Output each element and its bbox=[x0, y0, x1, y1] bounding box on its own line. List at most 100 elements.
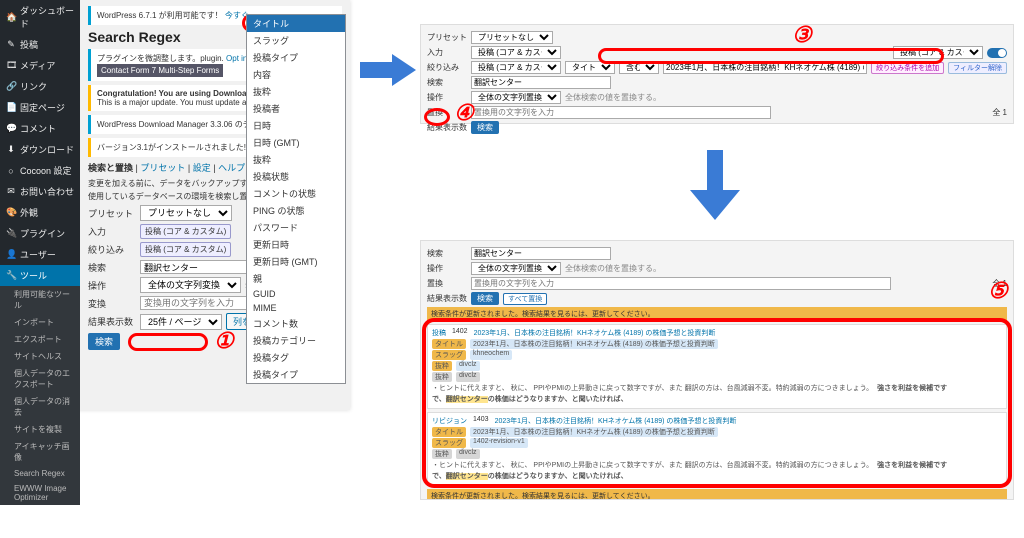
title-dropdown[interactable]: タイトルスラッグ投稿タイプ内容抜粋投稿者日時日時 (GMT)抜粋投稿状態コメント… bbox=[246, 14, 346, 384]
sidebar-item[interactable]: 🔧ツール bbox=[0, 265, 80, 286]
p3-search[interactable] bbox=[471, 76, 611, 89]
dropdown-option[interactable]: 投稿カテゴリー bbox=[247, 332, 345, 349]
sidebar-item[interactable]: 🔗リンク bbox=[0, 76, 80, 97]
menu-icon: ✎ bbox=[6, 39, 16, 50]
p3-col[interactable]: タイトル bbox=[565, 61, 615, 74]
dropdown-option[interactable]: 投稿タイプ bbox=[247, 49, 345, 66]
dropdown-option[interactable]: 更新日時 bbox=[247, 236, 345, 253]
sidebar-subitem[interactable]: Search Regex bbox=[0, 466, 80, 481]
filter-chip[interactable]: 投稿 (コア & カスタム) bbox=[140, 242, 231, 257]
dropdown-option[interactable]: 更新日時 (GMT) bbox=[247, 253, 345, 270]
menu-icon: 🔗 bbox=[6, 81, 16, 92]
sidebar-item[interactable]: 💬コメント bbox=[0, 118, 80, 139]
p3-action[interactable]: 全体の文字列置換 bbox=[471, 91, 561, 104]
cf7-badge: Contact Form 7 Multi-Step Forms bbox=[97, 64, 223, 77]
wp-content: WordPress 6.7.1 が利用可能です！ 今すぐ Search Rege… bbox=[80, 0, 350, 410]
result-title[interactable]: 2023年1月、日本株の注目銘柄！KHネオケム株 (4189) の株価予想と投資… bbox=[495, 416, 737, 426]
p5-action[interactable]: 全体の文字列置換 bbox=[471, 262, 561, 275]
dropdown-option[interactable]: PING の状態 bbox=[247, 202, 345, 219]
menu-icon: 🎞 bbox=[6, 60, 16, 71]
p3-source1[interactable]: 投稿 (コア & カスタム) bbox=[471, 46, 561, 59]
sidebar-subitem[interactable]: サイトヘルス bbox=[0, 348, 80, 365]
dropdown-option[interactable]: 投稿者 bbox=[247, 100, 345, 117]
p3-op[interactable]: 含む bbox=[619, 61, 659, 74]
replace-all-button[interactable]: すべて置換 bbox=[503, 293, 547, 305]
results-select[interactable]: 25件 / ページ bbox=[140, 314, 222, 330]
result-item: 投稿14022023年1月、日本株の注目銘柄！KHネオケム株 (4189) の株… bbox=[427, 324, 1007, 409]
result-item: リビジョン14032023年1月、日本株の注目銘柄！KHネオケム株 (4189)… bbox=[427, 412, 1007, 486]
menu-icon: 🔌 bbox=[6, 228, 16, 239]
dropdown-option[interactable]: 抜粋 bbox=[247, 151, 345, 168]
dropdown-option[interactable]: タイトル bbox=[247, 15, 345, 32]
dropdown-option[interactable]: 投稿タグ bbox=[247, 349, 345, 366]
result-type[interactable]: リビジョン bbox=[432, 416, 467, 426]
dropdown-option[interactable]: 抜粋 bbox=[247, 83, 345, 100]
wp-sidebar: 🏠ダッシュボード✎投稿🎞メディア🔗リンク📄固定ページ💬コメント⬇ダウンロード○C… bbox=[0, 0, 80, 410]
sidebar-item[interactable]: ○Cocoon 設定 bbox=[0, 160, 80, 181]
menu-icon: ✉ bbox=[6, 186, 16, 197]
sidebar-item[interactable]: 🏠ダッシュボード bbox=[0, 0, 80, 34]
sidebar-item[interactable]: ✉お問い合わせ bbox=[0, 181, 80, 202]
result-type[interactable]: 投稿 bbox=[432, 328, 446, 338]
dropdown-option[interactable]: 内容 bbox=[247, 66, 345, 83]
arrow-right-icon bbox=[360, 50, 416, 90]
search-input[interactable] bbox=[140, 260, 260, 274]
sidebar-item[interactable]: 📄固定ページ bbox=[0, 97, 80, 118]
p5-replace[interactable] bbox=[471, 277, 891, 290]
wp-update-text: WordPress 6.7.1 が利用可能です！ bbox=[97, 11, 223, 20]
sidebar-item[interactable]: 🎞メディア bbox=[0, 55, 80, 76]
p5-search-button[interactable]: 検索 bbox=[471, 292, 499, 305]
sidebar-subitem[interactable]: インポート bbox=[0, 314, 80, 331]
wp-admin-panel: 🏠ダッシュボード✎投稿🎞メディア🔗リンク📄固定ページ💬コメント⬇ダウンロード○C… bbox=[0, 0, 350, 410]
search-button[interactable]: 検索 bbox=[88, 333, 120, 350]
dropdown-option[interactable]: パスワード bbox=[247, 219, 345, 236]
sidebar-subitem[interactable]: 個人データのエクスポート bbox=[0, 365, 80, 393]
dropdown-option[interactable]: コメントの状態 bbox=[247, 185, 345, 202]
dropdown-option[interactable]: スラッグ bbox=[247, 32, 345, 49]
p3-search-button[interactable]: 検索 bbox=[471, 121, 499, 134]
p3-filter-value[interactable] bbox=[663, 61, 867, 74]
menu-icon: 📄 bbox=[6, 102, 16, 113]
dropdown-option[interactable]: 親 bbox=[247, 270, 345, 287]
sidebar-item[interactable]: 🎨外観 bbox=[0, 202, 80, 223]
menu-icon: ⬇ bbox=[6, 144, 16, 155]
p3-replace[interactable] bbox=[471, 106, 771, 119]
warn-bar-bottom: 検索条件が更新されました。検索結果を見るには、更新してください。 bbox=[427, 489, 1007, 500]
p3-source2[interactable]: 投稿 (コア & カスタム) bbox=[893, 46, 983, 59]
menu-icon: 👤 bbox=[6, 249, 16, 260]
p5-search[interactable] bbox=[471, 247, 611, 260]
menu-icon: ○ bbox=[6, 166, 16, 176]
arrow-down-icon bbox=[690, 150, 740, 220]
filter-panel: プリセット プリセットなし 入力 投稿 (コア & カスタム) 投稿 (コア &… bbox=[420, 24, 1014, 124]
menu-icon: 🎨 bbox=[6, 207, 16, 218]
sidebar-subitem[interactable]: EWWW Image Optimizer bbox=[0, 481, 80, 505]
dropdown-option[interactable]: 日時 bbox=[247, 117, 345, 134]
p3-filter1[interactable]: 投稿 (コア & カスタム) bbox=[471, 61, 561, 74]
warn-bar-top: 検索条件が更新されました。検索結果を見るには、更新してください。 bbox=[427, 307, 1007, 321]
dropdown-option[interactable]: 投稿タイプ bbox=[247, 366, 345, 383]
sidebar-item[interactable]: ✎投稿 bbox=[0, 34, 80, 55]
sidebar-subitem[interactable]: アイキャッチ画像 bbox=[0, 438, 80, 466]
dropdown-option[interactable]: GUID bbox=[247, 287, 345, 301]
dropdown-option[interactable]: MIME bbox=[247, 301, 345, 315]
dropdown-option[interactable]: 日時 (GMT) bbox=[247, 134, 345, 151]
source-chip[interactable]: 投稿 (コア & カスタム) bbox=[140, 224, 231, 239]
result-title[interactable]: 2023年1月、日本株の注目銘柄！KHネオケム株 (4189) の株価予想と投資… bbox=[474, 328, 716, 338]
sidebar-item[interactable]: ⬇ダウンロード bbox=[0, 139, 80, 160]
action-select[interactable]: 全体の文字列変換 bbox=[140, 277, 241, 293]
p3-preset[interactable]: プリセットなし bbox=[471, 31, 553, 44]
sidebar-item[interactable]: 🔌プラグイン bbox=[0, 223, 80, 244]
sidebar-subitem[interactable]: 個人データの消去 bbox=[0, 393, 80, 421]
menu-icon: 🔧 bbox=[6, 270, 16, 281]
dropdown-option[interactable]: コメント数 bbox=[247, 315, 345, 332]
toggle-icon[interactable] bbox=[987, 48, 1007, 58]
sidebar-item[interactable]: 👤ユーザー bbox=[0, 244, 80, 265]
menu-icon: 🏠 bbox=[6, 12, 16, 23]
sidebar-subitem[interactable]: エクスポート bbox=[0, 331, 80, 348]
add-filter-button[interactable]: 絞り込み条件を追加 bbox=[871, 62, 944, 74]
preset-select[interactable]: プリセットなし bbox=[140, 205, 232, 221]
dropdown-option[interactable]: 投稿状態 bbox=[247, 168, 345, 185]
sidebar-subitem[interactable]: 利用可能なツール bbox=[0, 286, 80, 314]
sidebar-subitem[interactable]: サイトを複製 bbox=[0, 421, 80, 438]
remove-filter-button[interactable]: フィルター解除 bbox=[948, 62, 1007, 74]
